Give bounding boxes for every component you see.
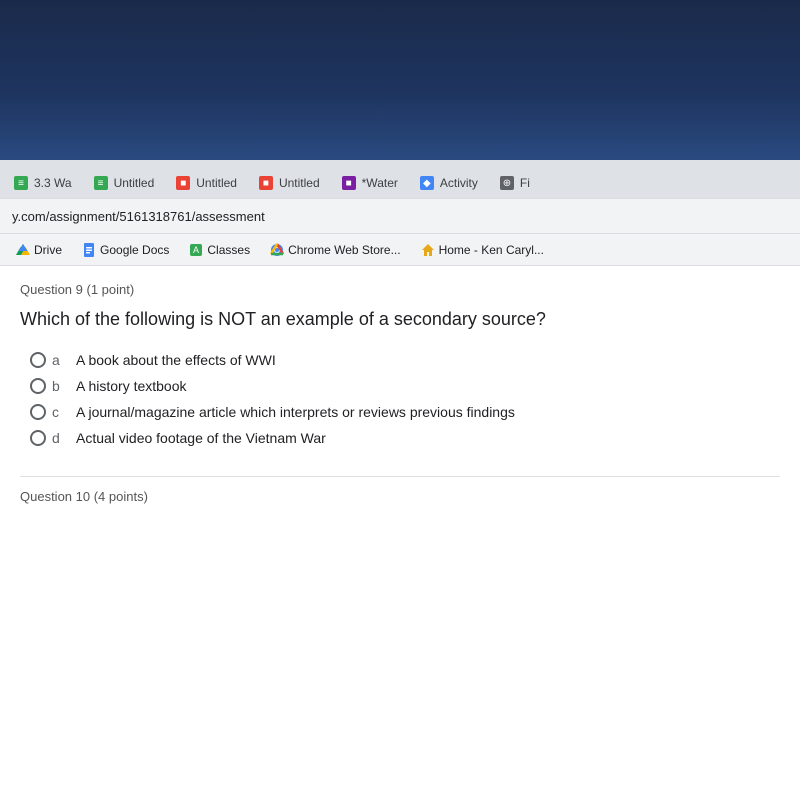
option-b-text: A history textbook: [76, 378, 187, 394]
question-text: Which of the following is NOT an example…: [20, 307, 780, 332]
bookmarks-bar: Drive Google Docs A Classes: [0, 234, 800, 266]
option-c-text: A journal/magazine article which interpr…: [76, 404, 515, 420]
tab-33[interactable]: ≡ 3.3 Wa: [4, 168, 82, 198]
question-header: Question 9 (1 point): [20, 282, 780, 297]
option-a-text: A book about the effects of WWI: [76, 352, 276, 368]
tab-untitled2-label: Untitled: [196, 176, 237, 190]
question-10-preview: Question 10 (4 points): [20, 476, 780, 504]
bookmark-chromewebstore-label: Chrome Web Store...: [288, 243, 401, 257]
tab-fi[interactable]: ⊕ Fi: [490, 168, 540, 198]
address-bar[interactable]: y.com/assignment/5161318761/assessment: [0, 198, 800, 234]
browser-tabs: ≡ 3.3 Wa ≡ Untitled ■ Untitled ■ Untitle…: [0, 160, 800, 198]
option-d-radio-wrapper[interactable]: d: [30, 430, 62, 446]
option-c-letter: c: [52, 404, 62, 420]
question-number: Question 9: [20, 282, 83, 297]
tab-untitled1-label: Untitled: [114, 176, 155, 190]
bookmark-googledocs-label: Google Docs: [100, 243, 169, 257]
tab-activity-icon: ◆: [420, 176, 434, 190]
option-b-radio-wrapper[interactable]: b: [30, 378, 62, 394]
option-a-radio[interactable]: [30, 352, 46, 368]
tab-water[interactable]: ■ *Water: [332, 168, 408, 198]
bookmark-drive-label: Drive: [34, 243, 62, 257]
question-points: (1 point): [87, 282, 135, 297]
home-icon: [421, 243, 435, 257]
tab-33-icon: ≡: [14, 176, 28, 190]
option-a[interactable]: a A book about the effects of WWI: [30, 352, 780, 368]
tab-activity-label: Activity: [440, 176, 478, 190]
tab-activity[interactable]: ◆ Activity: [410, 168, 488, 198]
option-a-radio-wrapper[interactable]: a: [30, 352, 62, 368]
bookmark-classes-label: Classes: [207, 243, 250, 257]
bookmark-googledocs[interactable]: Google Docs: [74, 239, 177, 261]
option-d-letter: d: [52, 430, 62, 446]
option-d[interactable]: d Actual video footage of the Vietnam Wa…: [30, 430, 780, 446]
options-list: a A book about the effects of WWI b A hi…: [30, 352, 780, 446]
option-c[interactable]: c A journal/magazine article which inter…: [30, 404, 780, 420]
chrome-icon: [270, 243, 284, 257]
tab-fi-label: Fi: [520, 176, 530, 190]
tab-water-label: *Water: [362, 176, 398, 190]
tab-untitled2[interactable]: ■ Untitled: [166, 168, 247, 198]
question-10-text: Question 10 (4 points): [20, 489, 148, 504]
option-c-radio[interactable]: [30, 404, 46, 420]
tab-untitled2-icon: ■: [176, 176, 190, 190]
option-b[interactable]: b A history textbook: [30, 378, 780, 394]
tab-untitled1-icon: ≡: [94, 176, 108, 190]
bookmark-chromewebstore[interactable]: Chrome Web Store...: [262, 239, 409, 261]
option-b-radio[interactable]: [30, 378, 46, 394]
option-d-radio[interactable]: [30, 430, 46, 446]
bookmark-home-label: Home - Ken Caryl...: [439, 243, 544, 257]
option-b-letter: b: [52, 378, 62, 394]
main-content: Question 9 (1 point) Which of the follow…: [0, 266, 800, 520]
tab-untitled3[interactable]: ■ Untitled: [249, 168, 330, 198]
svg-text:A: A: [193, 245, 199, 255]
address-url: y.com/assignment/5161318761/assessment: [12, 209, 265, 224]
googledocs-icon: [82, 243, 96, 257]
bookmark-home[interactable]: Home - Ken Caryl...: [413, 239, 552, 261]
tab-untitled3-label: Untitled: [279, 176, 320, 190]
drive-icon: [16, 243, 30, 257]
tab-fi-icon: ⊕: [500, 176, 514, 190]
top-bezel: [0, 0, 800, 160]
classes-icon: A: [189, 243, 203, 257]
bookmark-drive[interactable]: Drive: [8, 239, 70, 261]
option-a-letter: a: [52, 352, 62, 368]
tab-water-icon: ■: [342, 176, 356, 190]
tab-33-label: 3.3 Wa: [34, 176, 72, 190]
option-d-text: Actual video footage of the Vietnam War: [76, 430, 326, 446]
bookmark-classes[interactable]: A Classes: [181, 239, 258, 261]
option-c-radio-wrapper[interactable]: c: [30, 404, 62, 420]
tab-untitled1[interactable]: ≡ Untitled: [84, 168, 165, 198]
tab-untitled3-icon: ■: [259, 176, 273, 190]
